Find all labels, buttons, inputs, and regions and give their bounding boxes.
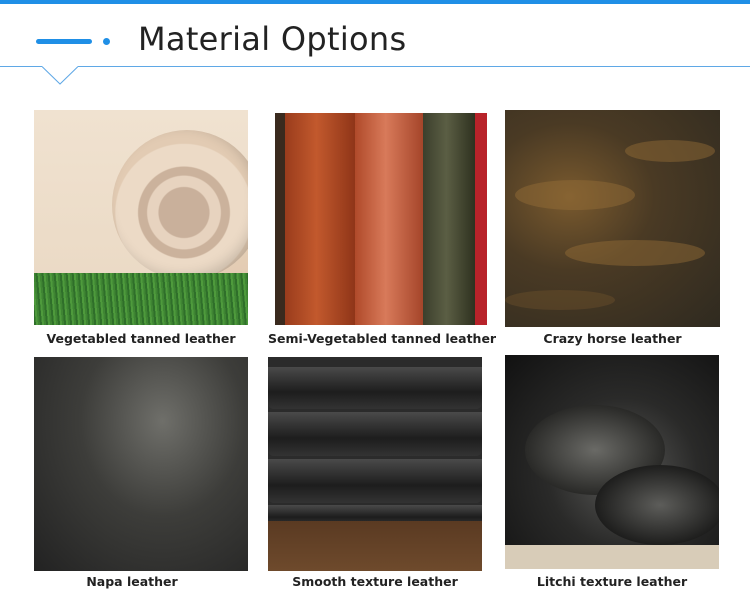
material-caption: Crazy horse leather [543, 331, 682, 346]
page-title: Material Options [138, 20, 407, 58]
semi-vegetable-tanned-leather-image [275, 113, 487, 325]
litchi-texture-leather-image [505, 355, 719, 569]
material-caption: Litchi texture leather [536, 574, 688, 589]
material-caption: Vegetabled tanned leather [46, 331, 236, 346]
header-dot-decoration [103, 38, 110, 45]
divider-notch-icon [42, 66, 78, 85]
header-dash-decoration [36, 39, 92, 44]
header-divider-right [78, 66, 750, 67]
section-header: Material Options [0, 4, 750, 84]
material-caption: Smooth texture leather [292, 574, 458, 589]
material-caption: Napa leather [86, 574, 178, 589]
crazy-horse-leather-image [505, 110, 720, 327]
napa-leather-image [34, 357, 248, 571]
vegetable-tanned-leather-image [34, 110, 248, 325]
material-caption: Semi-Vegetabled tanned leather [268, 331, 497, 346]
smooth-texture-leather-image [268, 357, 482, 571]
header-divider-left [0, 66, 42, 67]
